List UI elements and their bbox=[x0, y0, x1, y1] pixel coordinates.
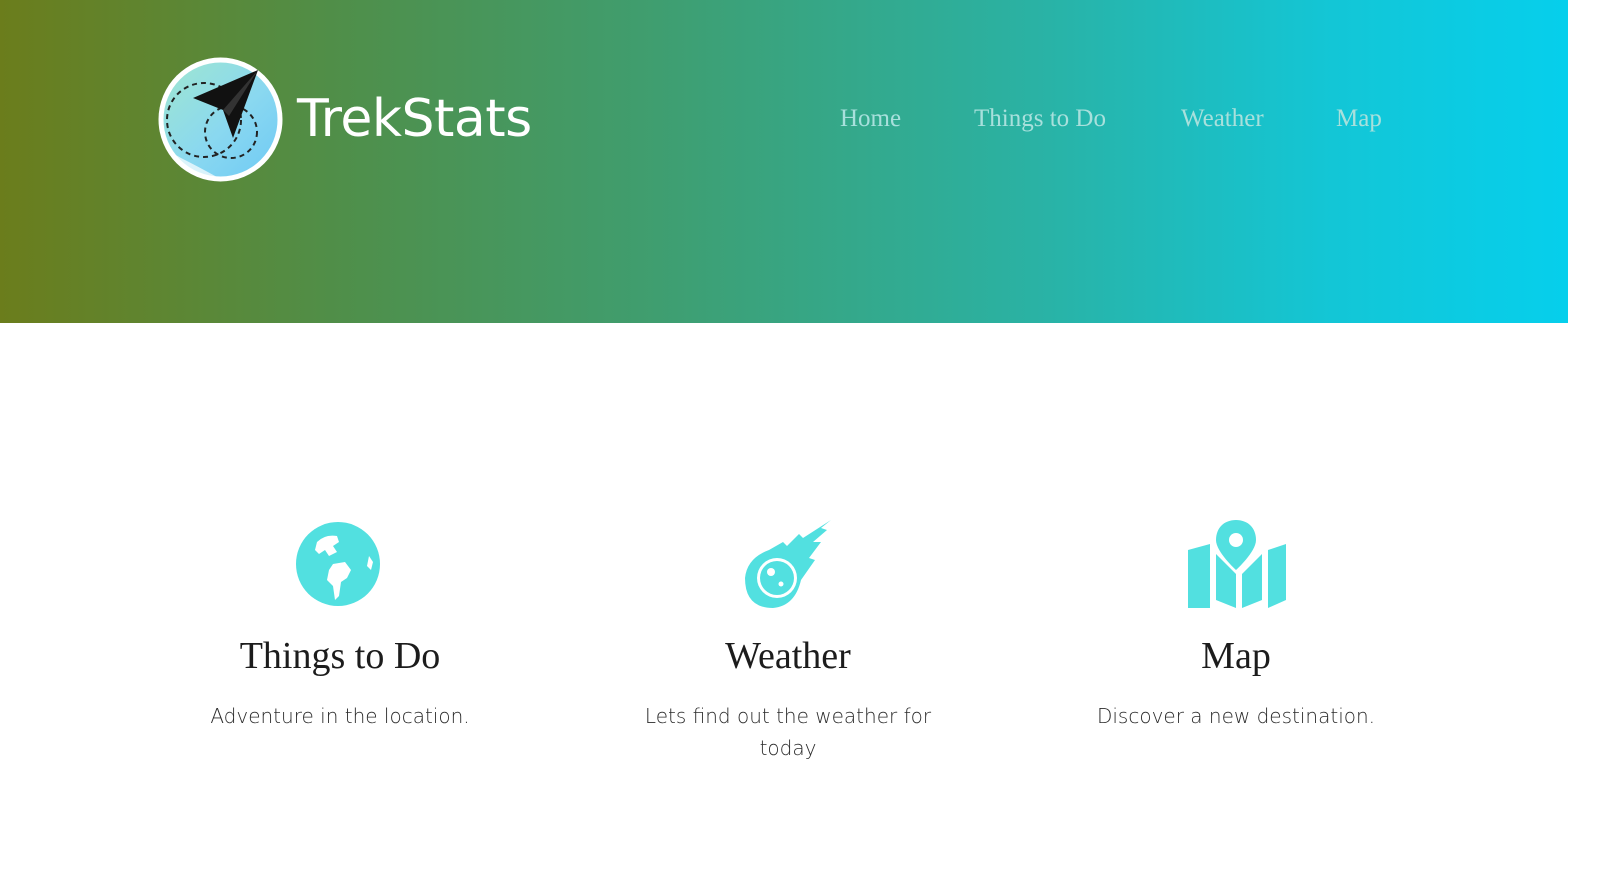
feature-weather: Weather Lets find out the weather for to… bbox=[578, 520, 998, 764]
nav-things-to-do[interactable]: Things to Do bbox=[974, 102, 1106, 136]
feature-title: Map bbox=[1201, 635, 1271, 677]
feature-description: Lets find out the weather for today bbox=[644, 704, 932, 760]
globe-icon bbox=[296, 522, 380, 606]
brand-name[interactable]: TrekStats bbox=[297, 86, 532, 152]
feature-map: Map Discover a new destination. bbox=[1026, 520, 1446, 732]
hero-header: TrekStats Home Things to Do Weather Map bbox=[0, 0, 1568, 323]
meteor-icon bbox=[745, 520, 831, 608]
feature-things-to-do: Things to Do Adventure in the location. bbox=[130, 520, 550, 732]
nav-home[interactable]: Home bbox=[840, 102, 901, 136]
nav-map[interactable]: Map bbox=[1336, 102, 1382, 136]
feature-description: Discover a new destination. bbox=[1096, 704, 1376, 728]
feature-description: Adventure in the location. bbox=[210, 704, 470, 728]
nav-weather[interactable]: Weather bbox=[1181, 102, 1264, 136]
page-gutter bbox=[1568, 0, 1598, 888]
feature-title: Weather bbox=[725, 635, 851, 677]
paper-plane-globe-icon[interactable] bbox=[157, 56, 284, 183]
map-marker-icon bbox=[1188, 520, 1286, 608]
feature-title: Things to Do bbox=[239, 635, 441, 677]
